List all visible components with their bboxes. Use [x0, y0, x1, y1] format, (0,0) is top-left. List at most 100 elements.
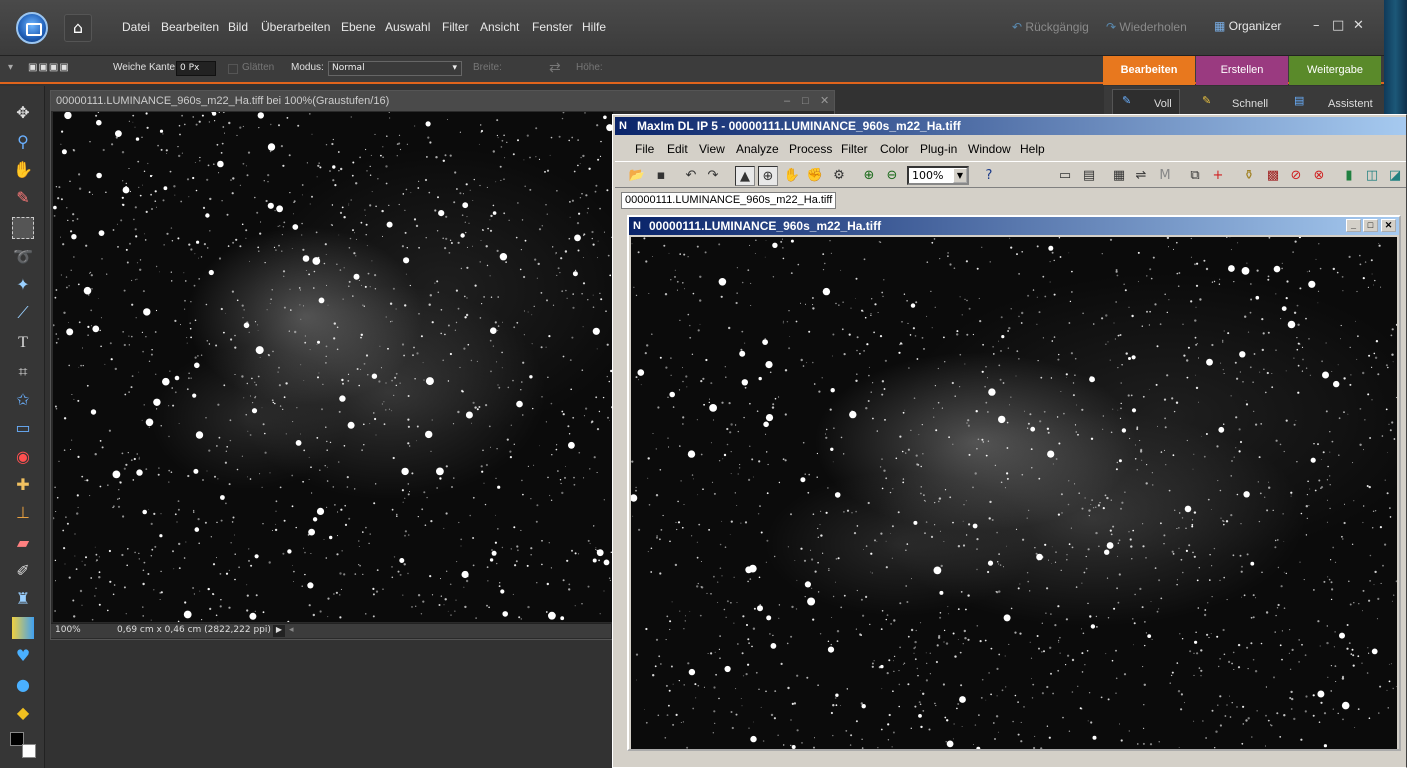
clone-stamp-icon[interactable]: ⊥ — [12, 502, 34, 524]
child-maximize-icon[interactable]: □ — [1363, 219, 1378, 232]
layers-icon[interactable]: ▤ — [1079, 166, 1099, 186]
doc-close-icon[interactable]: ✕ — [820, 91, 829, 111]
mode-select[interactable]: Normal ▾ — [328, 61, 462, 76]
menu-bild[interactable]: Bild — [228, 20, 248, 34]
mx-menu-help[interactable]: Help — [1020, 142, 1045, 156]
ruler-icon[interactable]: ▭ — [1055, 166, 1075, 186]
feather-input[interactable]: 0 Px — [176, 61, 216, 76]
smooth-checkbox[interactable] — [228, 64, 238, 74]
zoom-out-icon[interactable]: ⊖ — [882, 166, 902, 186]
abort-icon[interactable]: ⊗ — [1309, 166, 1329, 186]
info-menu-arrow-icon[interactable]: ▶ — [273, 625, 285, 637]
menu-ansicht[interactable]: Ansicht — [480, 20, 519, 34]
maxim-image-canvas[interactable] — [631, 237, 1397, 749]
copy-icon[interactable]: ⧉ — [1185, 166, 1205, 186]
mx-menu-file[interactable]: File — [635, 142, 654, 156]
straighten-tool-icon[interactable]: ▭ — [12, 417, 34, 439]
sponge-tool-icon[interactable]: ◆ — [12, 702, 34, 724]
paint-bucket-icon[interactable]: ♜ — [12, 588, 34, 610]
zoom-readout[interactable]: 100% — [55, 625, 81, 635]
zoom-in-icon[interactable]: ⊕ — [859, 166, 879, 186]
child-minimize-icon[interactable]: _ — [1346, 219, 1361, 232]
eyedropper-tool-icon[interactable]: ✎ — [12, 187, 34, 209]
doc-minimize-icon[interactable]: – — [784, 91, 790, 111]
menu-hilfe[interactable]: Hilfe — [582, 20, 606, 34]
gradient-tool-icon[interactable] — [12, 617, 34, 639]
child-close-icon[interactable]: ✕ — [1381, 219, 1396, 232]
hand-tool-icon[interactable]: ✋ — [12, 159, 34, 181]
redo-button[interactable]: ↷ Wiederholen — [1106, 20, 1187, 34]
menu-auswahl[interactable]: Auswahl — [385, 20, 430, 34]
crosshair-icon[interactable]: ⊕ — [758, 166, 778, 186]
menu-fenster[interactable]: Fenster — [532, 20, 573, 34]
pan-icon[interactable]: ✋ — [782, 166, 802, 186]
menu-filter[interactable]: Filter — [442, 20, 469, 34]
brush-icon[interactable]: ✐ — [12, 560, 34, 582]
stop-icon[interactable]: ⊘ — [1286, 166, 1306, 186]
mx-menu-window[interactable]: Window — [968, 142, 1011, 156]
selection-mode-icons[interactable]: ▣▣▣▣ — [28, 62, 70, 73]
menu-ueberarbeiten[interactable]: Überarbeiten — [261, 20, 330, 34]
open-icon[interactable]: 📂 — [627, 166, 647, 186]
type-tool-icon[interactable]: T — [12, 332, 34, 354]
undo-icon[interactable]: ↶ — [681, 166, 701, 186]
document-icon[interactable]: ▦ — [1109, 166, 1129, 186]
maxim-doc-tab[interactable]: 00000111.LUMINANCE_960s_m22_Ha.tiff — [621, 192, 836, 209]
maximize-icon[interactable]: □ — [1332, 18, 1344, 33]
pse-image-canvas[interactable] — [53, 112, 613, 622]
swap-icon[interactable]: ⇄ — [549, 59, 561, 76]
marquee-tool-icon[interactable] — [12, 217, 34, 239]
tab-erstellen[interactable]: Erstellen — [1196, 56, 1288, 85]
move-tool-icon[interactable]: ✥ — [12, 102, 34, 124]
context-help-icon[interactable]: ? — [979, 166, 999, 186]
tab-bearbeiten[interactable]: Bearbeiten — [1103, 56, 1195, 85]
lasso-tool-icon[interactable]: ➰ — [12, 246, 34, 268]
healing-brush-icon[interactable]: ✚ — [12, 474, 34, 496]
eraser-icon[interactable]: ▰ — [12, 532, 34, 554]
zoom-tool-icon[interactable]: ⚲ — [12, 131, 34, 153]
calibrate-icon[interactable]: ▩ — [1263, 166, 1283, 186]
undo-button[interactable]: ↶ Rückgängig — [1012, 20, 1089, 34]
add-crosshair-icon[interactable]: + — [1208, 166, 1228, 186]
doc-maximize-icon[interactable]: □ — [802, 91, 809, 111]
align-icon[interactable]: ◫ — [1362, 166, 1382, 186]
menu-bearbeiten[interactable]: Bearbeiten — [161, 20, 219, 34]
mx-menu-color[interactable]: Color — [880, 142, 909, 156]
brush-tool-icon[interactable]: ⚱ — [1239, 166, 1259, 186]
background-color-swatch[interactable] — [22, 744, 36, 758]
tab-weitergabe[interactable]: Weitergabe — [1289, 56, 1381, 85]
scroll-left-icon[interactable]: ◂ — [289, 625, 294, 635]
magic-wand-icon[interactable]: ✦ — [12, 274, 34, 296]
menu-ebene[interactable]: Ebene — [341, 20, 376, 34]
mx-menu-plugin[interactable]: Plug-in — [920, 142, 957, 156]
tool-preset-chevron-icon[interactable]: ▾ — [8, 62, 13, 73]
home-icon[interactable]: ⌂ — [64, 14, 92, 42]
edit-mode-quick[interactable]: Schnell — [1232, 98, 1268, 110]
edit-mode-guided[interactable]: Assistent — [1328, 98, 1373, 110]
properties-icon[interactable]: ⚙ — [829, 166, 849, 186]
red-eye-icon[interactable]: ◉ — [12, 446, 34, 468]
mx-menu-analyze[interactable]: Analyze — [736, 142, 779, 156]
cookie-cutter-icon[interactable]: ✩ — [12, 389, 34, 411]
menu-datei[interactable]: Datei — [122, 20, 150, 34]
mx-menu-process[interactable]: Process — [789, 142, 832, 156]
link-icon[interactable]: ⇌ — [1131, 166, 1151, 186]
image-view-icon[interactable]: ▲ — [735, 166, 755, 186]
histogram-icon[interactable]: ▮ — [1339, 166, 1359, 186]
crop-tool-icon[interactable]: ⌗ — [12, 361, 34, 383]
blur-tool-icon[interactable]: ● — [12, 674, 34, 696]
m-icon[interactable]: M — [1155, 166, 1175, 186]
mx-menu-view[interactable]: View — [699, 142, 725, 156]
save-icon[interactable]: ▪ — [651, 166, 671, 186]
quick-selection-icon[interactable]: ⟋ — [12, 302, 34, 324]
pse-logo-icon[interactable] — [16, 12, 48, 44]
stack-icon[interactable]: ◪ — [1385, 166, 1405, 186]
edit-mode-full[interactable]: Voll — [1154, 98, 1172, 110]
organizer-button[interactable]: ▦ Organizer — [1214, 19, 1281, 33]
zoom-select[interactable]: 100% ▼ — [907, 166, 969, 185]
drag-icon[interactable]: ✊ — [805, 166, 825, 186]
minimize-icon[interactable]: – — [1313, 18, 1320, 33]
mx-menu-edit[interactable]: Edit — [667, 142, 688, 156]
mx-menu-filter[interactable]: Filter — [841, 142, 868, 156]
shape-tool-icon[interactable]: ♥ — [12, 645, 34, 667]
